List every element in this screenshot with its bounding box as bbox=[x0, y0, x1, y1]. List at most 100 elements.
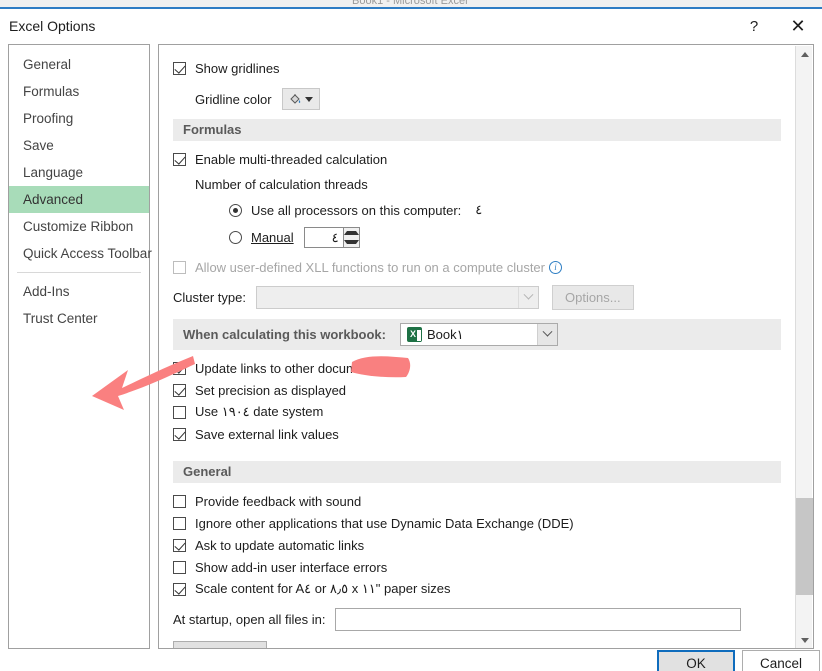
scrollbar-thumb[interactable] bbox=[796, 498, 813, 595]
show-addin-errors-row[interactable]: Show add-in user interface errors bbox=[173, 556, 793, 578]
enable-multithreaded-calculation-checkbox[interactable] bbox=[173, 152, 186, 166]
workbook-selector-dropdown[interactable]: X Book١ bbox=[399, 323, 558, 346]
scroll-up-arrow-icon bbox=[800, 52, 809, 57]
ignore-dde-applications-row[interactable]: Ignore other applications that use Dynam… bbox=[173, 512, 793, 534]
set-precision-as-displayed-row[interactable]: Set precision as displayed bbox=[173, 379, 793, 401]
show-gridlines-checkbox[interactable] bbox=[173, 61, 186, 75]
workbook-group-header-label: When calculating this workbook: bbox=[183, 327, 386, 342]
options-content-panel: Show gridlines Gridline color Formulas E… bbox=[158, 44, 814, 649]
cluster-type-label: Cluster type: bbox=[173, 290, 246, 305]
use-1904-date-system-checkbox[interactable] bbox=[173, 405, 186, 419]
startup-folder-input[interactable] bbox=[335, 608, 742, 631]
ask-to-update-automatic-links-label: Ask to update automatic links bbox=[195, 537, 365, 553]
stepper-up-button[interactable] bbox=[343, 228, 359, 238]
ok-button[interactable]: OK bbox=[657, 650, 735, 671]
excel-options-dialog: Excel Options ? ✕ General Formulas Proof… bbox=[0, 9, 822, 671]
calculation-threads-row: Number of calculation threads bbox=[195, 173, 793, 195]
cluster-options-button[interactable]: Options... bbox=[551, 285, 634, 310]
show-gridlines-label: Show gridlines bbox=[195, 60, 280, 76]
excel-file-icon: X bbox=[406, 327, 422, 342]
sidebar-item-trust-center[interactable]: Trust Center bbox=[9, 305, 149, 332]
allow-xll-functions-row[interactable]: Allow user-defined XLL functions to run … bbox=[173, 256, 793, 278]
gridline-color-label: Gridline color bbox=[195, 91, 272, 107]
startup-folder-row: At startup, open all files in: bbox=[173, 607, 793, 632]
excel-options-window: Book1 - Microsoft Excel Excel Options ? … bbox=[0, 0, 822, 671]
dialog-body: General Formulas Proofing Save Language … bbox=[0, 39, 822, 649]
cluster-type-dropdown-arrow[interactable] bbox=[517, 287, 538, 308]
chevron-down-icon bbox=[523, 289, 534, 300]
stepper-down-button[interactable] bbox=[343, 238, 359, 248]
set-precision-as-displayed-label: Set precision as displayed bbox=[195, 382, 347, 398]
content-vertical-scrollbar[interactable] bbox=[795, 46, 813, 648]
cancel-button[interactable]: Cancel bbox=[742, 650, 820, 671]
excel-app-title: Book1 - Microsoft Excel bbox=[352, 0, 468, 7]
scale-content-paper-sizes-checkbox[interactable] bbox=[173, 582, 186, 596]
ignore-dde-applications-label: Ignore other applications that use Dynam… bbox=[195, 515, 574, 531]
enable-multithreaded-calculation-row[interactable]: Enable multi-threaded calculation bbox=[173, 148, 793, 170]
workbook-selector-value: Book١ bbox=[426, 327, 464, 342]
chevron-down-icon bbox=[542, 326, 553, 337]
sidebar-item-general[interactable]: General bbox=[9, 51, 149, 78]
info-icon[interactable]: i bbox=[549, 260, 562, 274]
dialog-title: Excel Options bbox=[9, 18, 96, 34]
ask-to-update-automatic-links-checkbox[interactable] bbox=[173, 538, 186, 552]
ask-to-update-automatic-links-row[interactable]: Ask to update automatic links bbox=[173, 534, 793, 556]
update-links-checkbox[interactable] bbox=[173, 361, 186, 375]
use-1904-date-system-row[interactable]: Use ١٩٠٤ date system bbox=[173, 401, 793, 423]
show-addin-errors-checkbox[interactable] bbox=[173, 560, 186, 574]
sidebar-item-formulas[interactable]: Formulas bbox=[9, 78, 149, 105]
sidebar-item-save[interactable]: Save bbox=[9, 132, 149, 159]
show-addin-errors-label: Show add-in user interface errors bbox=[195, 559, 388, 575]
provide-feedback-with-sound-checkbox[interactable] bbox=[173, 494, 186, 508]
workbook-selector-value-wrap: X Book١ bbox=[401, 319, 537, 350]
formulas-group-header: Formulas bbox=[173, 119, 781, 141]
use-all-processors-row[interactable]: Use all processors on this computer: ٤ bbox=[229, 199, 793, 221]
workbook-dropdown-arrow[interactable] bbox=[536, 324, 557, 345]
use-all-processors-radio[interactable] bbox=[229, 203, 242, 217]
show-gridlines-row[interactable]: Show gridlines bbox=[173, 57, 793, 79]
calculation-threads-label: Number of calculation threads bbox=[195, 176, 368, 192]
close-icon[interactable]: ✕ bbox=[776, 9, 820, 43]
startup-folder-label: At startup, open all files in: bbox=[173, 612, 326, 627]
cluster-type-row: Cluster type: Options... bbox=[173, 285, 793, 310]
allow-xll-functions-checkbox[interactable] bbox=[173, 260, 186, 274]
provide-feedback-with-sound-row[interactable]: Provide feedback with sound bbox=[173, 490, 793, 512]
sidebar-item-quick-access-toolbar[interactable]: Quick Access Toolbar bbox=[9, 240, 152, 267]
update-links-row[interactable]: Update links to other documents bbox=[173, 357, 793, 379]
paint-bucket-icon bbox=[290, 94, 301, 104]
gridline-color-row[interactable]: Gridline color bbox=[195, 88, 793, 110]
provide-feedback-with-sound-label: Provide feedback with sound bbox=[195, 493, 362, 509]
use-1904-date-system-label: Use ١٩٠٤ date system bbox=[195, 404, 324, 419]
sidebar-item-proofing[interactable]: Proofing bbox=[9, 105, 149, 132]
processor-count-value: ٤ bbox=[475, 202, 483, 217]
sidebar-divider bbox=[17, 272, 141, 273]
allow-xll-functions-label: Allow user-defined XLL functions to run … bbox=[195, 259, 545, 275]
workbook-group-header: When calculating this workbook: X Book١ bbox=[173, 319, 781, 350]
manual-threads-row[interactable]: Manual ٤ bbox=[229, 226, 793, 249]
manual-threads-stepper[interactable]: ٤ bbox=[303, 227, 360, 248]
ignore-dde-applications-checkbox[interactable] bbox=[173, 516, 186, 530]
cluster-type-dropdown[interactable] bbox=[255, 286, 539, 309]
scroll-up-button[interactable] bbox=[796, 46, 813, 63]
save-external-link-values-row[interactable]: Save external link values bbox=[173, 423, 793, 445]
manual-threads-radio[interactable] bbox=[229, 231, 242, 244]
gridline-color-button[interactable] bbox=[281, 88, 320, 110]
options-sidebar: General Formulas Proofing Save Language … bbox=[8, 44, 152, 649]
update-links-label: Update links to other documents bbox=[195, 360, 382, 376]
help-icon[interactable]: ? bbox=[732, 9, 776, 43]
enable-multithreaded-calculation-label: Enable multi-threaded calculation bbox=[195, 151, 388, 167]
manual-threads-value[interactable]: ٤ bbox=[305, 230, 343, 246]
sidebar-item-advanced[interactable]: Advanced bbox=[9, 186, 149, 213]
save-external-link-values-label: Save external link values bbox=[195, 426, 339, 442]
sidebar-item-language[interactable]: Language bbox=[9, 159, 149, 186]
scale-content-paper-sizes-label: Scale content for A٤ or ٨٫٥ x ١١" paper … bbox=[195, 581, 451, 596]
save-external-link-values-checkbox[interactable] bbox=[173, 427, 186, 441]
stepper-down-icon bbox=[343, 240, 359, 245]
set-precision-as-displayed-checkbox[interactable] bbox=[173, 383, 186, 397]
general-group-header: General bbox=[173, 461, 781, 483]
dialog-footer: OK Cancel bbox=[0, 639, 822, 671]
manual-threads-spin-arrows[interactable] bbox=[342, 228, 359, 248]
scale-content-paper-sizes-row[interactable]: Scale content for A٤ or ٨٫٥ x ١١" paper … bbox=[173, 578, 793, 600]
sidebar-item-add-ins[interactable]: Add-Ins bbox=[9, 278, 149, 305]
sidebar-item-customize-ribbon[interactable]: Customize Ribbon bbox=[9, 213, 149, 240]
